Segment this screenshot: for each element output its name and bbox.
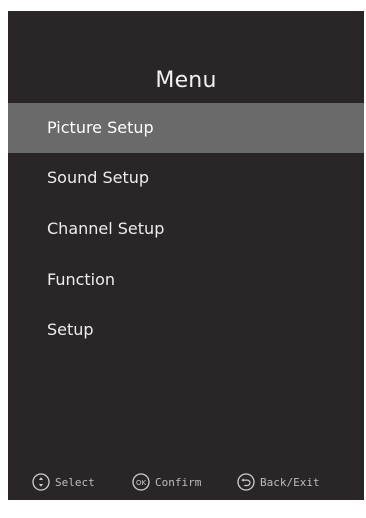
menu-item-channel-setup[interactable]: Channel Setup [8,203,364,255]
return-arrow-icon [237,473,255,491]
ok-icon-text: OK [136,479,147,487]
menu-item-setup[interactable]: Setup [8,305,364,355]
footer-hints: Select OK Confirm Back/Exit [8,471,364,493]
up-down-arrows-icon [32,473,50,491]
menu-list: Picture Setup Sound Setup Channel Setup … [8,103,364,355]
hint-back-label: Back/Exit [260,475,320,489]
menu-item-function[interactable]: Function [8,255,364,305]
hint-select-label: Select [55,475,95,489]
tv-menu-panel: Menu Picture Setup Sound Setup Channel S… [8,11,364,500]
menu-item-picture-setup[interactable]: Picture Setup [8,103,364,153]
hint-confirm: OK Confirm [132,473,201,491]
hint-back-exit: Back/Exit [237,473,320,491]
hint-confirm-label: Confirm [155,475,202,489]
ok-button-icon: OK [132,473,150,491]
menu-item-sound-setup[interactable]: Sound Setup [8,153,364,203]
menu-title: Menu [155,68,217,93]
hint-select: Select [32,473,95,491]
